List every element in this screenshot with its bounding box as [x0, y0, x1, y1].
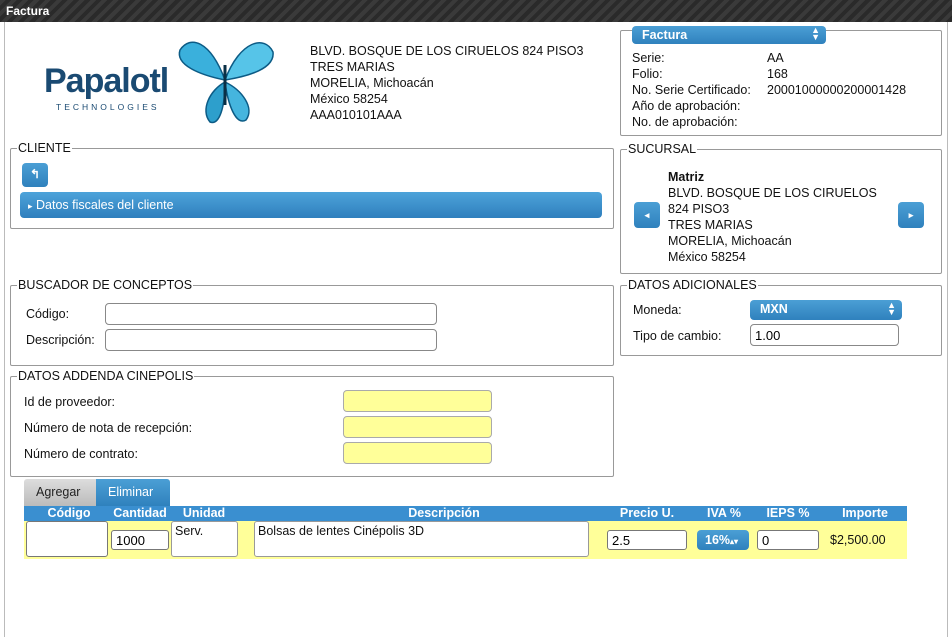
- row-ieps-input[interactable]: [757, 530, 819, 550]
- nota-input[interactable]: [343, 416, 492, 438]
- addenda-legend: DATOS ADDENDA CINEPOLIS: [18, 369, 194, 383]
- chevron-right-icon: ▸: [908, 210, 914, 220]
- sucursal-line: 824 PISO3: [668, 202, 730, 216]
- folio-value: 168: [767, 67, 788, 81]
- moneda-label: Moneda:: [633, 303, 682, 317]
- nota-label: Número de nota de recepción:: [24, 421, 193, 435]
- serie-label: Serie:: [632, 51, 665, 65]
- contrato-label: Número de contrato:: [24, 447, 138, 461]
- row-importe: $2,500.00: [830, 533, 886, 547]
- logo-name: Papalotl: [44, 62, 169, 100]
- cliente-legend: CLIENTE: [18, 141, 71, 155]
- header-codigo: Código: [47, 506, 91, 520]
- header-importe: Importe: [842, 506, 888, 520]
- window-title: Factura: [0, 0, 952, 22]
- header-iva: IVA %: [706, 506, 742, 520]
- butterfly-icon: [178, 41, 274, 124]
- select-arrows-icon: ▲ ▼: [811, 25, 820, 42]
- row-iva-select[interactable]: 16%▴▾: [697, 530, 749, 550]
- row-iva-value: 16%: [705, 533, 731, 547]
- company-logo: Papalotl TECHNOLOGIES: [40, 30, 280, 130]
- sucursal-next-button[interactable]: ▸: [898, 202, 924, 228]
- sucursal-line: México 58254: [668, 250, 746, 264]
- tab-eliminar[interactable]: Eliminar: [96, 479, 170, 506]
- row-unidad[interactable]: Serv.: [171, 521, 238, 557]
- sucursal-line: MORELIA, Michoacán: [668, 234, 792, 248]
- select-arrows-icon: ▴▾: [730, 537, 739, 546]
- header-unidad: Unidad: [182, 506, 226, 520]
- document-type-value: Factura: [642, 28, 688, 42]
- tab-agregar[interactable]: Agregar: [24, 479, 96, 506]
- certificado-label: No. Serie Certificado:: [632, 83, 751, 97]
- anio-label: Año de aprobación:: [632, 99, 741, 113]
- caret-right-icon: ▸: [28, 201, 33, 211]
- proveedor-input[interactable]: [343, 390, 492, 412]
- emisor-line: México 58254: [310, 92, 388, 106]
- concept-table-header: Código Cantidad Unidad Descripción Preci…: [24, 506, 907, 521]
- emisor-line: TRES MARIAS: [310, 60, 395, 74]
- sucursal-line: TRES MARIAS: [668, 218, 753, 232]
- header-precio: Precio U.: [619, 506, 675, 520]
- emisor-line: MORELIA, Michoacán: [310, 76, 434, 90]
- logo-tagline: TECHNOLOGIES: [56, 102, 160, 112]
- aprobacion-label: No. de aprobación:: [632, 115, 738, 129]
- header-ieps: IEPS %: [766, 506, 810, 520]
- serie-value: AA: [767, 51, 784, 65]
- header-cantidad: Cantidad: [113, 506, 167, 520]
- header-descripcion: Descripción: [408, 506, 480, 520]
- datos-fiscales-toggle[interactable]: ▸ Datos fiscales del cliente: [20, 192, 602, 218]
- select-arrows-icon: ▲ ▼: [887, 300, 896, 317]
- descripcion-input[interactable]: [105, 329, 437, 351]
- row-codigo-input[interactable]: [26, 521, 108, 557]
- emisor-address: BLVD. BOSQUE DE LOS CIRUELOS 824 PISO3 T…: [310, 43, 583, 123]
- adicionales-legend: DATOS ADICIONALES: [628, 278, 757, 292]
- buscador-legend: BUSCADOR DE CONCEPTOS: [18, 278, 193, 292]
- sucursal-name: Matriz: [668, 170, 705, 184]
- emisor-line: BLVD. BOSQUE DE LOS CIRUELOS 824 PISO3: [310, 44, 584, 58]
- sucursal-line: BLVD. BOSQUE DE LOS CIRUELOS: [668, 186, 877, 200]
- folio-label: Folio:: [632, 67, 663, 81]
- emisor-line: AAA010101AAA: [310, 108, 402, 122]
- back-button[interactable]: ↰: [22, 163, 48, 187]
- moneda-value: MXN: [760, 302, 788, 316]
- row-descripcion[interactable]: Bolsas de lentes Cinépolis 3D: [254, 521, 589, 557]
- row-precio-input[interactable]: [607, 530, 687, 550]
- proveedor-label: Id de proveedor:: [24, 395, 116, 409]
- sucursal-prev-button[interactable]: ◂: [634, 202, 660, 228]
- document-type-select[interactable]: Factura ▲ ▼: [632, 26, 826, 44]
- row-cantidad-input[interactable]: [111, 530, 169, 550]
- datos-fiscales-label: Datos fiscales del cliente: [36, 198, 174, 212]
- tipo-cambio-label: Tipo de cambio:: [633, 329, 722, 343]
- codigo-input[interactable]: [105, 303, 437, 325]
- sucursal-legend: SUCURSAL: [628, 142, 697, 156]
- undo-arrow-icon: ↰: [29, 167, 41, 181]
- certificado-value: 20001000000200001428: [767, 83, 907, 97]
- contrato-input[interactable]: [343, 442, 492, 464]
- moneda-select[interactable]: MXN ▲ ▼: [750, 300, 902, 320]
- codigo-label: Código:: [26, 307, 70, 321]
- chevron-left-icon: ◂: [644, 210, 650, 220]
- tipo-cambio-input[interactable]: [750, 324, 899, 346]
- descripcion-label: Descripción:: [26, 333, 95, 347]
- table-row: Serv. Bolsas de lentes Cinépolis 3D 16%▴…: [24, 521, 907, 559]
